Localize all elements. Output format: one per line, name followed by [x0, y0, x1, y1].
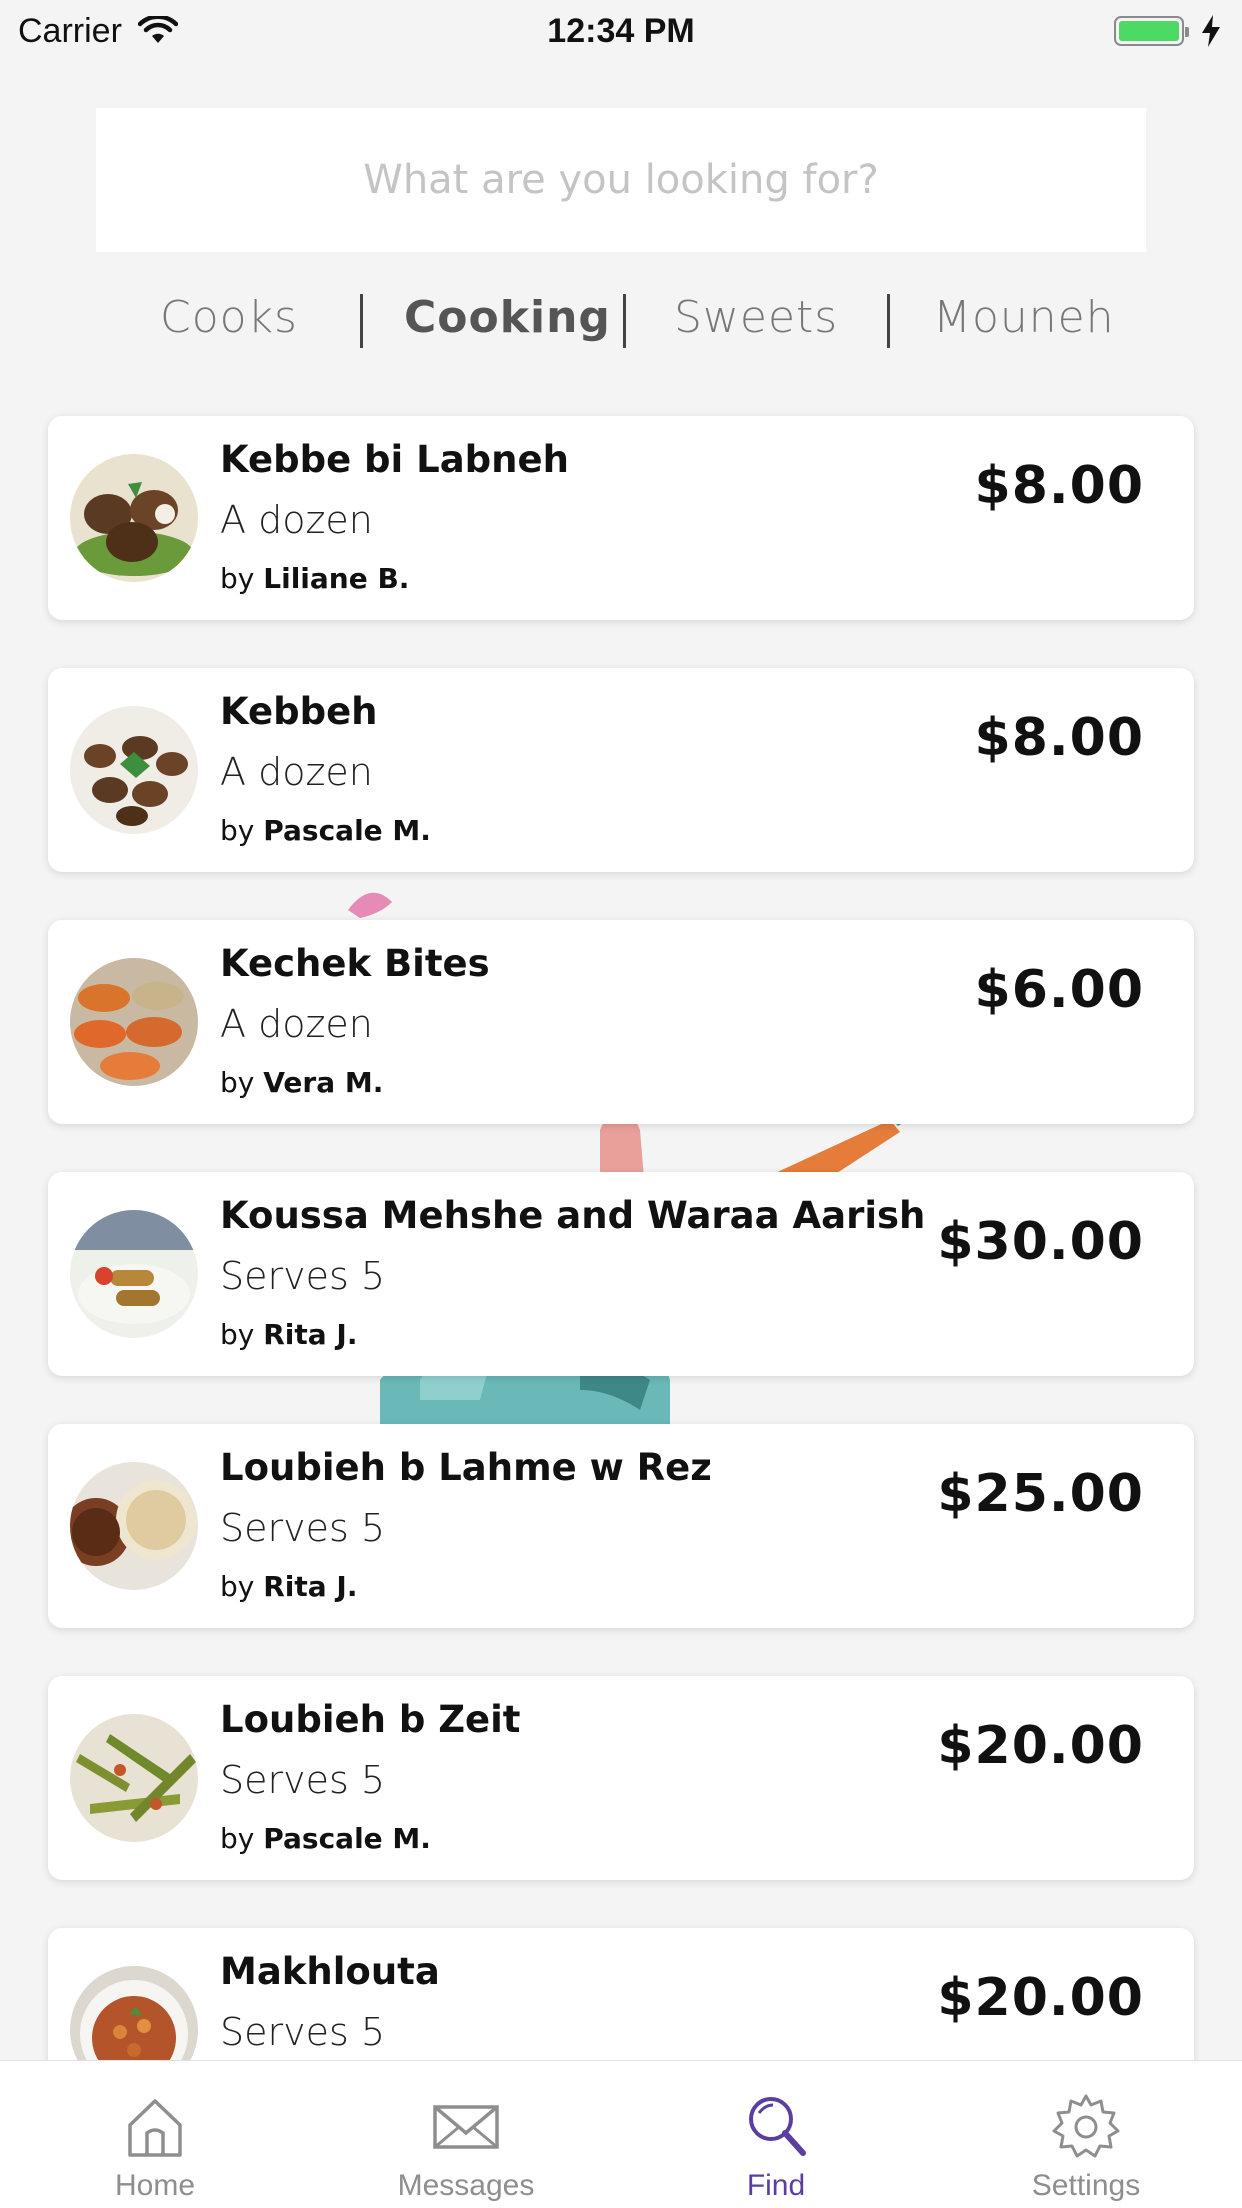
dish-thumbnail — [70, 1714, 198, 1842]
dish-quantity: Serves 5 — [220, 1758, 386, 1802]
dish-cook: by Rita J. — [220, 1318, 358, 1351]
dish-price: $8.00 — [974, 708, 1144, 768]
dish-cook: by Pascale M. — [220, 814, 431, 847]
dish-name: Loubieh b Zeit — [220, 1698, 521, 1741]
charging-bolt-icon — [1202, 15, 1220, 47]
cook-name: Liliane B. — [263, 562, 410, 595]
carrier-label: Carrier — [18, 11, 122, 50]
dish-thumbnail — [70, 1462, 198, 1590]
tabbar-item-home[interactable]: Home — [55, 2061, 255, 2208]
wifi-icon — [137, 16, 178, 43]
cook-name: Pascale M. — [263, 1822, 431, 1855]
status-left: Carrier — [18, 12, 178, 51]
by-label: by — [220, 1066, 255, 1099]
dish-name: Kebbe bi Labneh — [220, 438, 569, 481]
dish-price: $20.00 — [937, 1716, 1144, 1776]
status-bar: Carrier 12:34 PM — [0, 0, 1242, 62]
dish-thumbnail — [70, 1210, 198, 1338]
dish-price: $8.00 — [974, 456, 1144, 516]
dish-card[interactable]: Kebbe bi Labneh A dozen by Liliane B. $8… — [48, 416, 1194, 620]
by-label: by — [220, 1570, 255, 1603]
dish-price: $25.00 — [937, 1464, 1144, 1524]
tab-sweets[interactable]: Sweets — [674, 292, 838, 343]
dish-cook: by Liliane B. — [220, 562, 409, 595]
dish-quantity: Serves 5 — [220, 2010, 386, 2054]
by-label: by — [220, 1822, 255, 1855]
tabbar-label: Messages — [397, 2169, 535, 2202]
gear-icon — [1052, 2094, 1120, 2158]
dish-quantity: A dozen — [220, 498, 373, 542]
cook-name: Rita J. — [263, 1318, 358, 1351]
tabbar-item-find[interactable]: Find — [676, 2061, 876, 2208]
dish-card[interactable]: Loubieh b Lahme w Rez Serves 5 by Rita J… — [48, 1424, 1194, 1628]
bottom-tab-bar: Home Messages Find Settings — [0, 2060, 1242, 2208]
dish-cook: by Vera M. — [220, 1066, 383, 1099]
category-tabs: Cooks Cooking Sweets Mouneh — [0, 280, 1242, 360]
tabbar-label: Settings — [1031, 2169, 1141, 2202]
tab-separator — [623, 294, 626, 348]
tab-mouneh[interactable]: Mouneh — [933, 292, 1115, 343]
dish-name: Kebbeh — [220, 690, 378, 733]
status-right — [1114, 14, 1222, 48]
cook-name: Rita J. — [263, 1570, 358, 1603]
dish-price: $30.00 — [937, 1212, 1144, 1272]
dish-cook: by Rita J. — [220, 1570, 358, 1603]
dish-name: Loubieh b Lahme w Rez — [220, 1446, 712, 1489]
dish-card[interactable]: Loubieh b Zeit Serves 5 by Pascale M. $2… — [48, 1676, 1194, 1880]
cook-name: Pascale M. — [263, 814, 431, 847]
battery-icon — [1114, 16, 1189, 46]
dish-card[interactable]: Kechek Bites A dozen by Vera M. $6.00 — [48, 920, 1194, 1124]
dish-card[interactable]: Koussa Mehshe and Waraa Aarish Serves 5 … — [48, 1172, 1194, 1376]
status-time: 12:34 PM — [547, 11, 695, 50]
tabbar-label: Home — [114, 2169, 196, 2202]
dish-quantity: Serves 5 — [220, 1506, 386, 1550]
dish-thumbnail — [70, 706, 198, 834]
envelope-icon — [433, 2105, 499, 2149]
dish-cook: by Pascale M. — [220, 1822, 431, 1855]
dish-price: $6.00 — [974, 960, 1144, 1020]
cook-name: Vera M. — [263, 1066, 384, 1099]
tabbar-item-settings[interactable]: Settings — [986, 2061, 1186, 2208]
by-label: by — [220, 562, 255, 595]
tab-separator — [887, 294, 890, 348]
home-icon — [128, 2099, 182, 2157]
by-label: by — [220, 814, 255, 847]
tab-separator — [360, 294, 363, 348]
search-input[interactable] — [96, 108, 1146, 252]
dish-quantity: Serves 5 — [220, 1254, 386, 1298]
tab-cooking[interactable]: Cooking — [404, 292, 611, 343]
by-label: by — [220, 1318, 255, 1351]
dish-quantity: A dozen — [220, 750, 373, 794]
dish-name: Makhlouta — [220, 1950, 440, 1993]
dish-quantity: A dozen — [220, 1002, 373, 1046]
dish-name: Kechek Bites — [220, 942, 490, 985]
tabbar-label: Find — [746, 2169, 806, 2202]
search-icon — [749, 2097, 806, 2156]
dish-price: $20.00 — [937, 1968, 1144, 2028]
dish-thumbnail — [70, 958, 198, 1086]
dish-thumbnail — [70, 454, 198, 582]
battery-level — [1119, 21, 1179, 41]
tab-cooks[interactable]: Cooks — [160, 292, 298, 343]
dish-card[interactable]: Kebbeh A dozen by Pascale M. $8.00 — [48, 668, 1194, 872]
dish-name: Koussa Mehshe and Waraa Aarish — [220, 1194, 926, 1237]
tabbar-item-messages[interactable]: Messages — [366, 2061, 566, 2208]
